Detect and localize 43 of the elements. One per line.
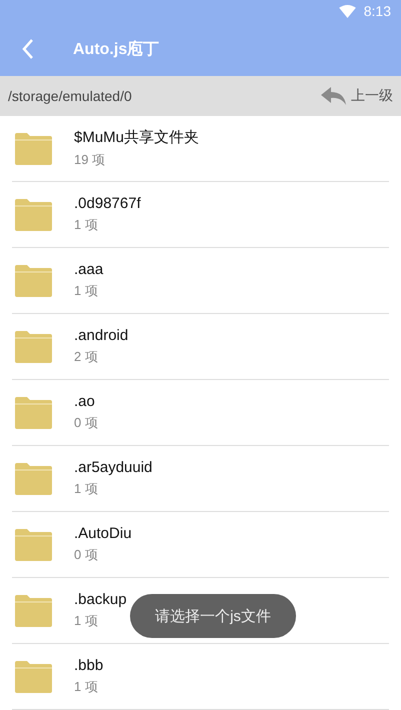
back-button[interactable] — [22, 37, 36, 62]
folder-icon — [14, 198, 52, 230]
folder-icon — [14, 396, 52, 428]
folder-icon — [14, 660, 52, 692]
item-count: 1 项 — [74, 282, 99, 300]
folder-item[interactable]: .ao 0 项 — [12, 380, 389, 446]
folder-item[interactable]: .0d98767f 1 项 — [12, 182, 389, 248]
folder-item[interactable]: .AutoDiu 0 项 — [12, 512, 389, 578]
item-count: 1 项 — [74, 216, 99, 234]
folder-name: .bbb — [74, 657, 104, 674]
folder-name: .AutoDiu — [74, 525, 132, 542]
toast-message: 请选择一个js文件 — [130, 594, 296, 638]
item-count: 1 项 — [74, 678, 99, 696]
folder-item[interactable]: .aaa 1 项 — [12, 248, 389, 314]
up-level-button[interactable]: 上一级 — [321, 86, 393, 106]
item-count: 1 项 — [74, 612, 99, 630]
current-path: /storage/emulated/0 — [8, 88, 132, 104]
folder-item[interactable]: $MuMu共享文件夹 19 项 — [12, 116, 389, 182]
folder-icon — [14, 462, 52, 494]
item-count: 0 项 — [74, 414, 98, 432]
folder-name: .aaa — [74, 261, 104, 278]
folder-item[interactable]: .android 2 项 — [12, 314, 389, 380]
folder-name: .android — [74, 327, 128, 344]
folder-name: .ao — [74, 393, 96, 410]
folder-item[interactable]: .bbb 1 项 — [12, 644, 389, 710]
folder-name: .backup — [74, 591, 127, 608]
folder-name: .ar5ayduuid — [74, 459, 152, 476]
status-time: 8:13 — [364, 3, 391, 20]
folder-item[interactable]: .ar5ayduuid 1 项 — [12, 446, 389, 512]
folder-name: .0d98767f — [74, 195, 141, 212]
reply-arrow-icon — [321, 86, 347, 106]
folder-icon — [14, 528, 52, 560]
folder-icon — [14, 594, 52, 626]
item-count: 2 项 — [74, 348, 99, 366]
folder-name: $MuMu共享文件夹 — [74, 128, 200, 147]
item-count: 19 项 — [74, 151, 106, 169]
folder-icon — [14, 132, 52, 164]
item-count: 0 项 — [74, 546, 99, 564]
folder-icon — [14, 264, 52, 296]
wifi-icon — [338, 4, 356, 18]
item-count: 1 项 — [74, 480, 99, 498]
folder-icon — [14, 330, 52, 362]
app-title: Auto.js庖丁 — [73, 39, 160, 60]
